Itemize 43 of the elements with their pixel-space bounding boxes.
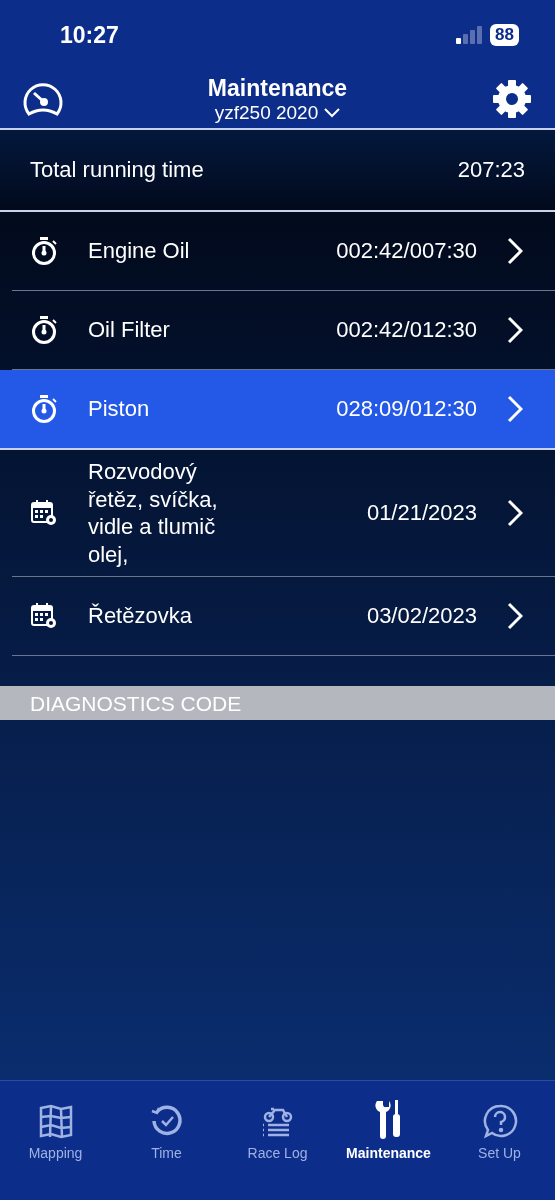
screen-title: Maintenance: [207, 74, 348, 102]
item-value: 002:42/007:30: [335, 237, 478, 265]
item-value: 01/21/2023: [365, 499, 478, 527]
section-header: DIAGNOSTICS CODE: [30, 692, 242, 715]
chevron-right-icon: [507, 395, 523, 423]
map-grid-icon: [37, 1103, 74, 1139]
stopwatch-icon: [30, 315, 58, 345]
tab-button[interactable]: Time: [111, 1091, 222, 1161]
battery-level: 88: [490, 24, 519, 46]
bike-selector[interactable]: yzf250 2020: [214, 101, 341, 124]
maintenance-row[interactable]: Oil Filter 002:42/012:30: [0, 291, 555, 369]
signal-icon: [456, 26, 485, 44]
stopwatch-icon: [30, 236, 58, 266]
total-label: Total running time: [30, 157, 204, 183]
chevron-down-icon: [324, 107, 341, 118]
item-name: Řetězovka: [88, 602, 193, 630]
maintenance-row[interactable]: Rozvodový řetěz, svíčka, vidle a tlumič olej, 01/21/2023: [0, 450, 555, 576]
chevron-right-icon: [507, 316, 523, 344]
item-name: Engine Oil: [88, 237, 191, 265]
help-bubble-icon: [481, 1103, 518, 1139]
item-name: Rozvodový řetěz, svíčka, vidle a tlumič olej,: [88, 458, 219, 568]
item-value: 028:09/012:30: [335, 395, 478, 423]
item-value: 002:42/012:30: [335, 316, 478, 344]
item-name: Piston: [88, 395, 151, 423]
total-value: 207:23: [457, 157, 525, 183]
item-value: 03/02/2023: [365, 602, 478, 630]
calendar-gear-icon: [30, 499, 58, 527]
tab-button[interactable]: Mapping: [0, 1091, 111, 1161]
stopwatch-icon: [30, 394, 58, 424]
status-time: 10:27: [60, 21, 119, 49]
calendar-gear-icon: [30, 602, 58, 630]
tab-button[interactable]: Set Up: [444, 1091, 555, 1161]
speedometer-icon[interactable]: [22, 81, 64, 117]
maintenance-row[interactable]: Řetězovka 03/02/2023: [0, 577, 555, 655]
chevron-right-icon: [507, 602, 523, 630]
settings-icon[interactable]: [491, 78, 533, 120]
maintenance-row[interactable]: Engine Oil 002:42/007:30: [0, 212, 555, 290]
tab-button[interactable]: Maintenance: [333, 1091, 444, 1161]
tab-button[interactable]: Race Log: [222, 1091, 333, 1161]
chevron-right-icon: [507, 499, 523, 527]
chevron-right-icon: [507, 237, 523, 265]
item-name: Oil Filter: [88, 316, 171, 344]
maintenance-row[interactable]: Piston 028:09/012:30: [0, 370, 555, 448]
